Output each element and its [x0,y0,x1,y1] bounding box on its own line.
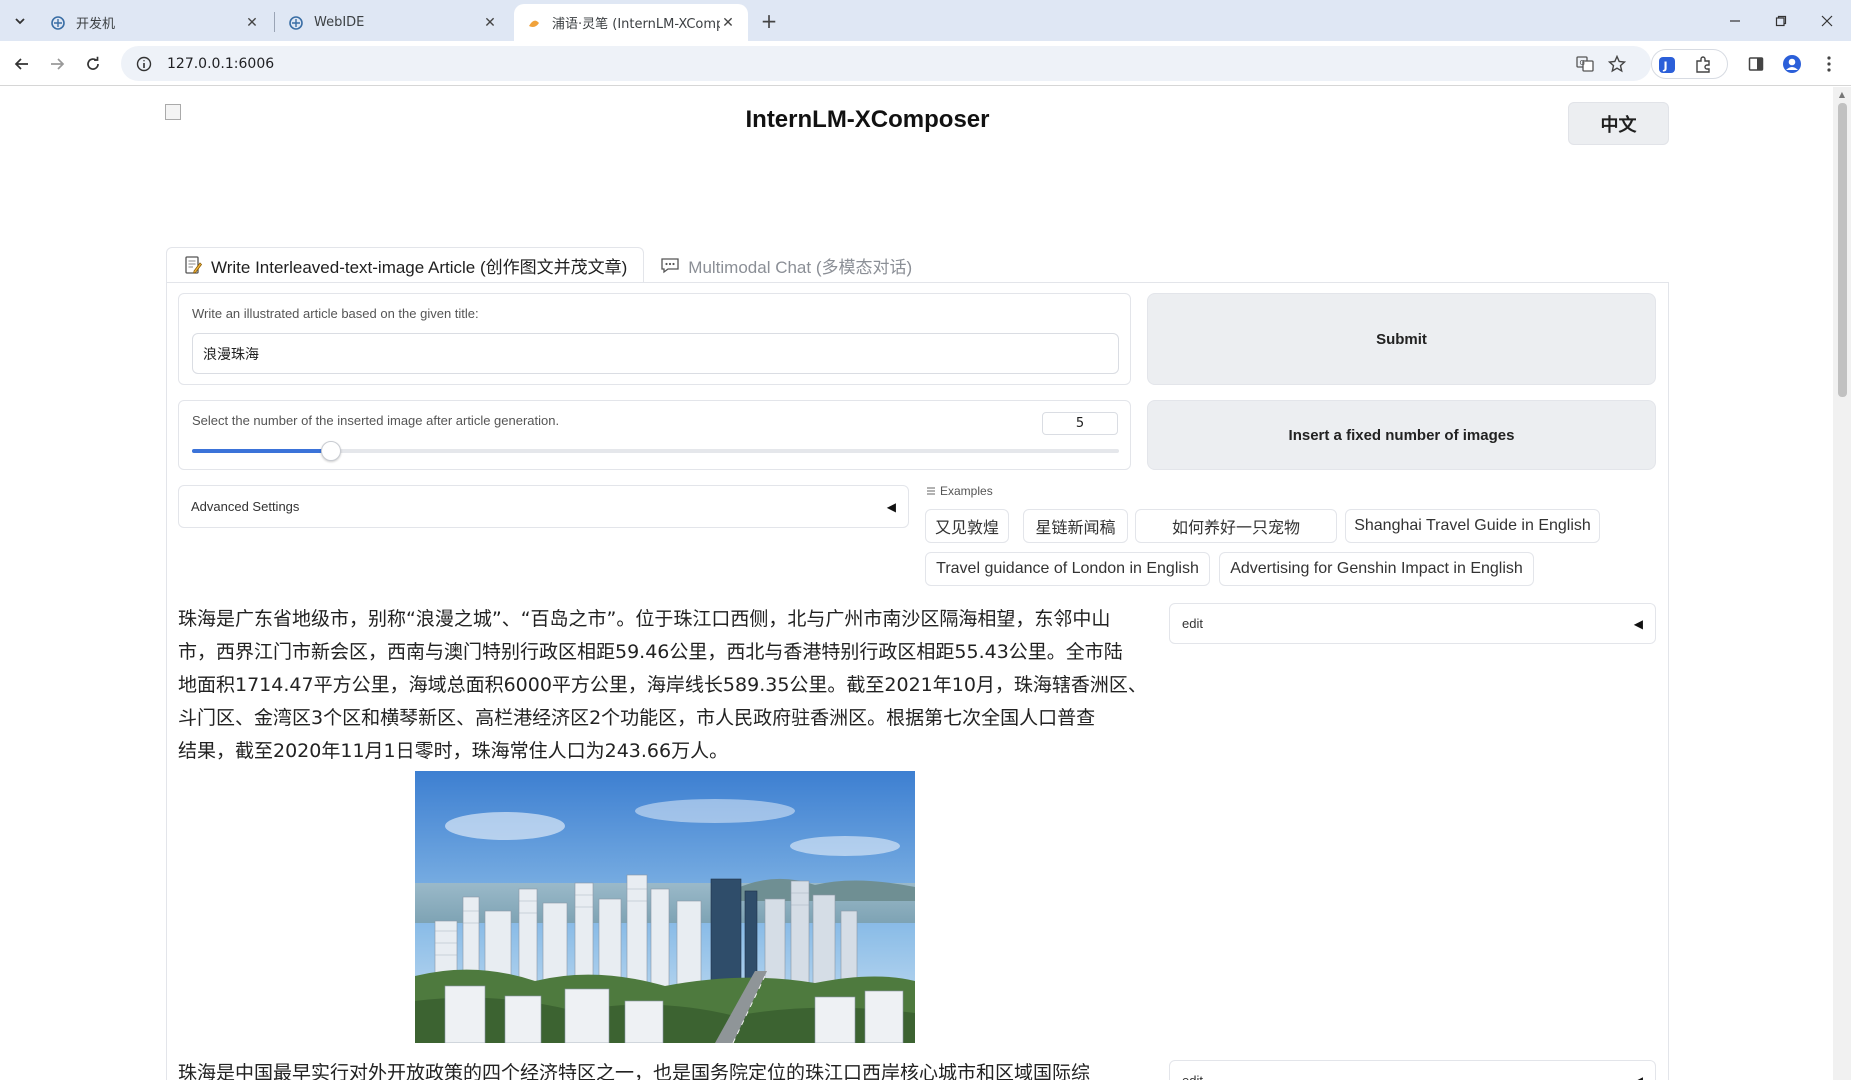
edit-label: edit [1182,616,1203,631]
puzzle-icon[interactable] [1690,52,1716,78]
title-input-card: Write an illustrated article based on th… [178,293,1131,385]
close-tab-icon[interactable]: ✕ [244,15,260,31]
tab-chat-label: Multimodal Chat (多模态对话) [688,257,913,277]
app-favicon-icon [526,15,542,31]
back-button[interactable] [7,49,37,79]
scroll-up-arrow-icon[interactable]: ▲ [1837,90,1847,100]
star-icon[interactable] [1604,51,1630,77]
example-button[interactable]: 星链新闻稿 [1023,509,1128,543]
translate-icon[interactable]: G [1572,51,1598,77]
browser-tab-1[interactable]: 开发机 ✕ [38,4,272,41]
new-tab-button[interactable]: + [757,9,781,33]
article-line: 结果，截至2020年11月1日零时，珠海常住人口为243.66万人。 [178,740,729,762]
main-tabs: Write Interleaved-text-image Article (创作… [166,247,928,283]
tab-title: WebIDE [314,15,365,30]
scrollbar-thumb[interactable] [1838,103,1847,397]
advanced-settings-label: Advanced Settings [191,499,300,514]
minimize-icon [1730,19,1740,22]
tab-title: 浦语·灵笔 (InternLM-XCompo [552,17,720,32]
browser-tabstrip: 开发机 ✕ WebIDE ✕ 浦语·灵笔 (InternLM-XCompo ✕ … [0,0,1851,41]
article-image-zhuhai-skyline [415,771,915,1043]
example-button[interactable]: 如何养好一只宠物 [1135,509,1337,543]
close-tab-icon[interactable]: ✕ [720,15,736,31]
url-text: 127.0.0.1:6006 [167,55,275,72]
chevron-down-icon [15,18,25,25]
tab-write-label: Write Interleaved-text-image Article (创作… [211,257,628,277]
address-bar[interactable]: 127.0.0.1:6006 [121,46,1651,81]
slider-fill [192,449,331,453]
svg-text:G: G [1580,59,1585,67]
article-line: 市，西界江门市新会区，西南与澳门特别行政区相距59.46公里，西北与香港特别行政… [178,641,1123,663]
kebab-menu-icon[interactable] [1816,51,1842,77]
profile-avatar-icon[interactable] [1779,51,1805,77]
reload-button[interactable] [78,49,108,79]
page-content: InternLM-XComposer 中文 Write Interleaved-… [0,87,1833,1080]
reload-icon [87,56,99,70]
image-count-card: Select the number of the inserted image … [178,400,1131,470]
examples-label-text: Examples [940,484,993,498]
browser-tab-2[interactable]: WebIDE ✕ [276,4,510,41]
jira-extension-icon[interactable]: J [1654,52,1680,78]
example-button[interactable]: Shanghai Travel Guide in English [1345,509,1600,543]
svg-text:J: J [1663,60,1668,73]
app-title: InternLM-XComposer [745,106,990,133]
site-info-icon[interactable] [129,56,159,72]
restore-button[interactable] [1758,0,1804,41]
title-input[interactable]: 浪漫珠海 [192,333,1119,374]
example-button[interactable]: Advertising for Genshin Impact in Englis… [1219,552,1534,586]
article-line: 斗门区、金湾区3个区和横琴新区、高栏港经济区2个功能区，市人民政府驻香洲区。根据… [178,707,1096,729]
article-paragraph: 珠海是广东省地级市，别称“浪漫之城”、“百岛之市”。位于珠江口西侧，北与广州市南… [178,603,1158,768]
submit-button[interactable]: Submit [1147,293,1656,385]
minimize-button[interactable] [1712,0,1758,41]
language-button[interactable]: 中文 [1568,102,1669,145]
insert-images-button[interactable]: Insert a fixed number of images [1147,400,1656,470]
triangle-left-icon: ◀ [886,499,896,514]
tab-title: 开发机 [76,17,116,32]
close-tab-icon[interactable]: ✕ [482,15,498,31]
title-input-label: Write an illustrated article based on th… [192,306,479,321]
cloud-icon [288,15,304,31]
memo-icon [183,255,203,275]
side-panel-icon[interactable] [1743,51,1769,77]
restore-icon [1775,15,1787,26]
examples-label: Examples [926,484,993,498]
article-line: 地面积1714.47平方公里，海域总面积6000平方公里，海岸线长589.35公… [178,674,1147,696]
advanced-settings-accordion[interactable]: Advanced Settings ◀ [178,485,909,528]
page-scrollbar[interactable]: ▲ [1833,87,1851,1080]
example-button[interactable]: Travel guidance of London in English [925,552,1210,586]
close-window-button[interactable] [1804,0,1850,41]
triangle-left-icon: ◀ [1634,1074,1643,1080]
browser-toolbar: 127.0.0.1:6006 G J [0,41,1851,86]
list-icon [926,486,936,496]
cloud-icon [50,15,66,31]
close-icon [1821,15,1833,26]
tab-separator [274,12,275,32]
arrow-right-icon [51,58,65,70]
article-paragraph-2: 珠海是中国最早实行对外开放政策的四个经济特区之一，也是国务院定位的珠江口西岸核心… [178,1062,1091,1080]
speech-bubble-icon [660,255,680,275]
image-count-number-input[interactable]: 5 [1042,412,1118,435]
browser-tab-3[interactable]: 浦语·灵笔 (InternLM-XCompo ✕ [514,4,748,41]
tab-search-button[interactable] [8,9,32,33]
edit-label: edit [1182,1073,1203,1080]
image-count-label: Select the number of the inserted image … [192,413,560,428]
example-button[interactable]: 又见敦煌 [925,509,1009,543]
slider-thumb[interactable] [321,441,341,461]
edit-accordion-2[interactable]: edit ◀ [1169,1060,1656,1080]
tab-multimodal-chat[interactable]: Multimodal Chat (多模态对话) [644,247,928,283]
edit-accordion[interactable]: edit ◀ [1169,603,1656,644]
tab-write-article[interactable]: Write Interleaved-text-image Article (创作… [166,247,645,283]
forward-button[interactable] [42,49,72,79]
triangle-left-icon: ◀ [1633,616,1643,631]
article-line: 珠海是广东省地级市，别称“浪漫之城”、“百岛之市”。位于珠江口西侧，北与广州市南… [178,608,1111,630]
image-count-slider[interactable] [192,441,1119,461]
arrow-left-icon [14,58,28,70]
